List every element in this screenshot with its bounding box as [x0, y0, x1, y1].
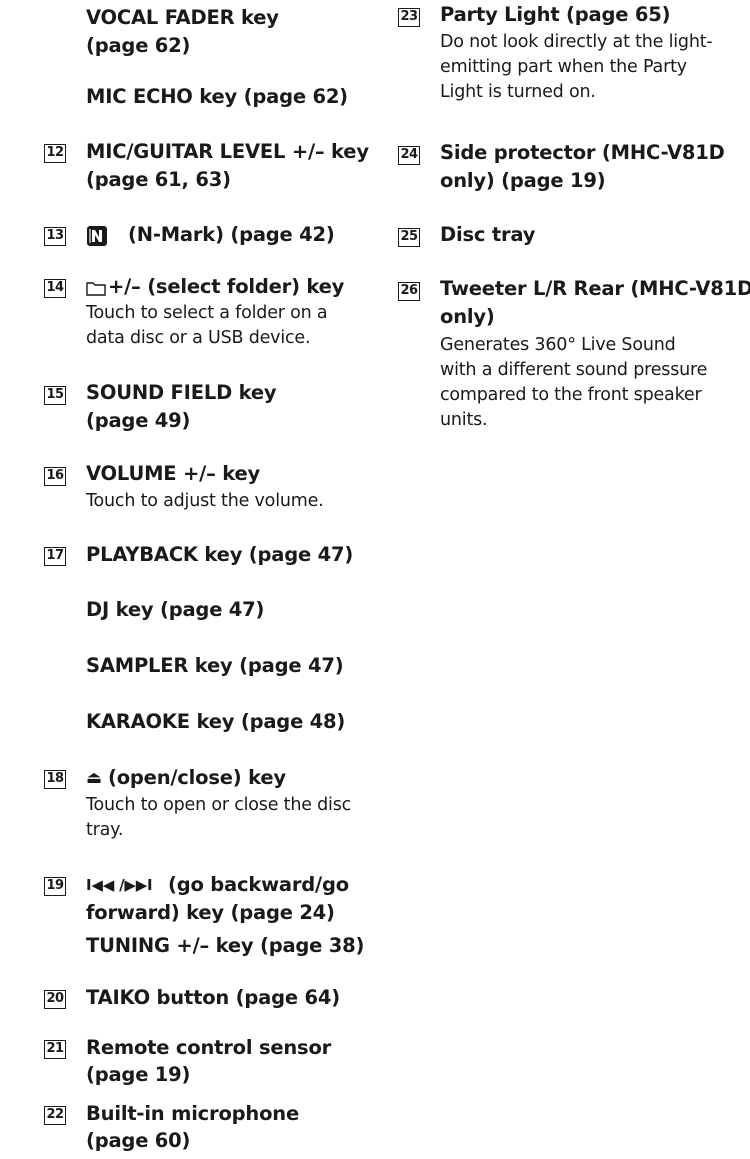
disc-tray: Disc tray: [440, 223, 536, 246]
item-number-24: 24: [398, 146, 420, 165]
built-in-microphone-line1: Built-in microphone: [86, 1102, 300, 1125]
tweeter-rear-line1: Tweeter L/R Rear (MHC-V81D: [440, 277, 750, 300]
tweeter-rear-desc-line3: compared to the front speaker: [440, 385, 702, 405]
tweeter-rear-desc-line1: Generates 360° Live Sound: [440, 335, 676, 355]
tweeter-rear-desc-line2: with a different sound pressure: [440, 360, 708, 380]
tweeter-rear-desc-line4: units.: [440, 410, 488, 430]
party-light-desc-line2: emitting part when the Party: [440, 57, 687, 77]
side-protector-line2: only) (page 19): [440, 169, 606, 192]
party-light-desc-line3: Light is turned on.: [440, 82, 596, 102]
item-22-block: 22 Built-in microphone (page 60): [44, 0, 362, 1159]
built-in-microphone-line2: (page 60): [86, 1129, 191, 1152]
party-light-desc-line1: Do not look directly at the light-: [440, 32, 713, 52]
side-protector-line1: Side protector (MHC-V81D: [440, 141, 725, 164]
tweeter-rear-line2: only): [440, 305, 495, 328]
item-number-25: 25: [398, 228, 420, 247]
item-number-22: 22: [44, 1106, 66, 1125]
item-number-26: 26: [398, 282, 420, 301]
party-light: Party Light (page 65): [440, 3, 671, 26]
item-number-23: 23: [398, 8, 420, 27]
